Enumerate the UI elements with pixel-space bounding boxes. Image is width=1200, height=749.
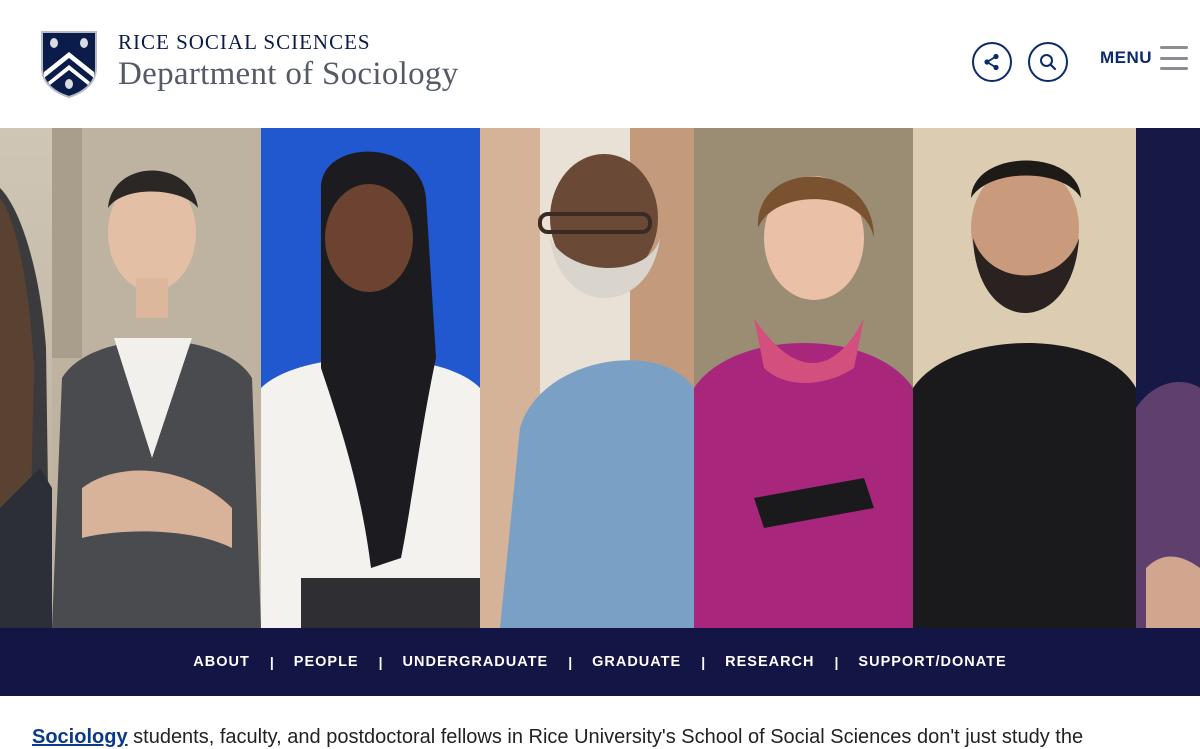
hero-photo-strip xyxy=(0,128,1200,628)
menu-label: MENU xyxy=(1100,48,1153,67)
portrait-1 xyxy=(0,128,52,628)
school-name: RICE SOCIAL SCIENCES xyxy=(118,30,371,54)
nav-separator: | xyxy=(701,654,706,670)
menu-button[interactable]: MENU xyxy=(1100,46,1189,70)
main-nav: ABOUT | PEOPLE | UNDERGRADUATE | GRADUAT… xyxy=(0,628,1200,696)
sociology-link[interactable]: Sociology xyxy=(32,726,128,748)
nav-separator: | xyxy=(834,654,839,670)
share-icon xyxy=(984,53,999,71)
portrait-6 xyxy=(913,128,1136,628)
portrait-7 xyxy=(1136,128,1200,628)
portrait-5 xyxy=(694,128,913,628)
hamburger-icon xyxy=(1160,46,1189,70)
brand-block[interactable]: RICE SOCIAL SCIENCES Department of Socio… xyxy=(118,30,459,94)
nav-support-donate[interactable]: SUPPORT/DONATE xyxy=(858,654,1006,670)
intro-paragraph: Sociology students, faculty, and postdoc… xyxy=(32,726,1200,749)
nav-research[interactable]: RESEARCH xyxy=(725,654,814,670)
nav-separator: | xyxy=(269,654,274,670)
portrait-3 xyxy=(261,128,480,628)
search-button[interactable] xyxy=(1028,42,1068,82)
site-header: RICE SOCIAL SCIENCES Department of Socio… xyxy=(0,0,1200,128)
nav-graduate[interactable]: GRADUATE xyxy=(592,654,681,670)
intro-text: students, faculty, and postdoctoral fell… xyxy=(127,726,1084,748)
portrait-4 xyxy=(480,128,694,628)
portrait-2 xyxy=(52,128,261,628)
nav-people[interactable]: PEOPLE xyxy=(294,654,359,670)
rice-shield-icon[interactable] xyxy=(40,30,98,99)
nav-separator: | xyxy=(378,654,383,670)
nav-about[interactable]: ABOUT xyxy=(193,654,250,670)
nav-undergraduate[interactable]: UNDERGRADUATE xyxy=(403,654,549,670)
department-name: Department of Sociology xyxy=(118,56,459,92)
share-button[interactable] xyxy=(972,42,1012,82)
search-icon xyxy=(1040,54,1057,71)
nav-separator: | xyxy=(568,654,573,670)
